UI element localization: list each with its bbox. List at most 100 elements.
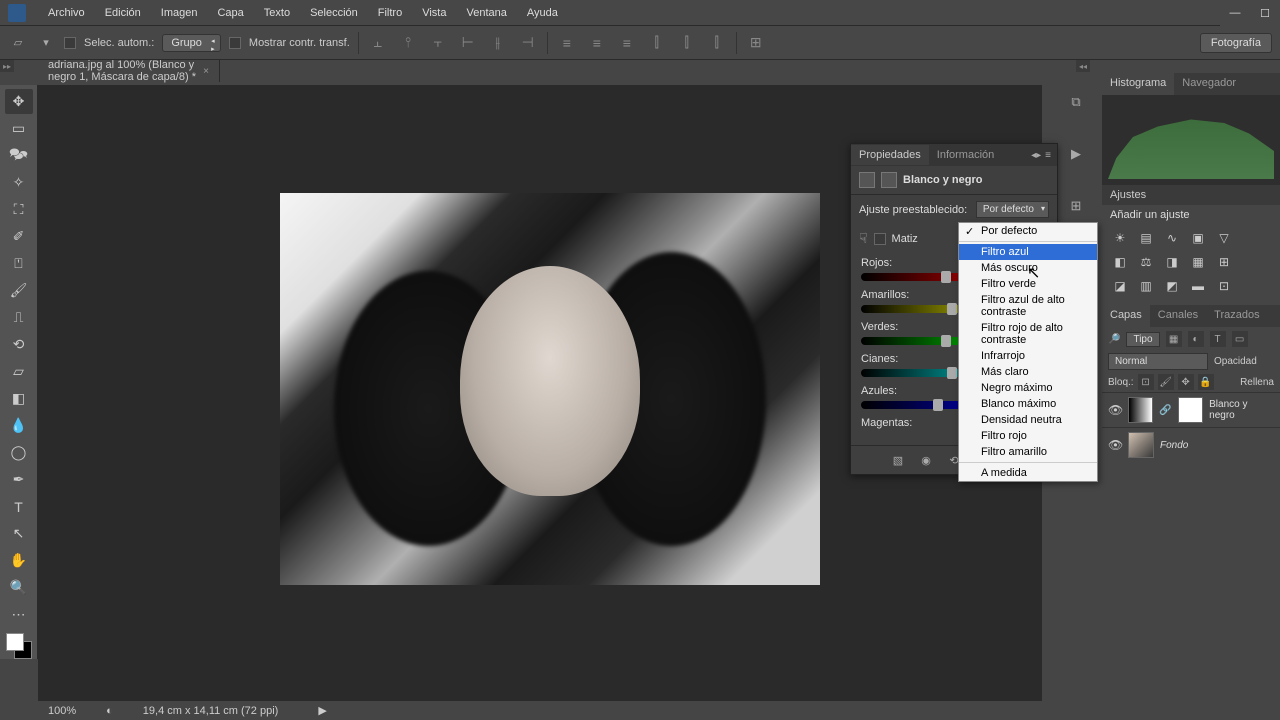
magic-wand-tool[interactable]: ✧ [5, 170, 33, 195]
clip-icon[interactable]: ▧ [889, 452, 907, 468]
actions-panel-icon[interactable]: ▶ [1065, 143, 1087, 165]
hue-sat-icon[interactable]: ◧ [1110, 253, 1130, 271]
dd-item-por-defecto[interactable]: Por defecto [959, 223, 1097, 239]
path-selection-tool[interactable]: ↖ [5, 521, 33, 546]
eraser-tool[interactable]: ▱ [5, 359, 33, 384]
invert-icon[interactable]: ◪ [1110, 277, 1130, 295]
properties-tab[interactable]: Propiedades [851, 145, 929, 165]
bw-icon[interactable]: ◨ [1162, 253, 1182, 271]
distribute-vcenter-icon[interactable]: ≡ [586, 32, 608, 54]
close-tab-icon[interactable]: × [203, 66, 209, 77]
align-top-icon[interactable]: ⫠ [367, 32, 389, 54]
kind-select[interactable]: Tipo [1126, 332, 1159, 347]
exposure-icon[interactable]: ▣ [1188, 229, 1208, 247]
distribute-bottom-icon[interactable]: ≡ [616, 32, 638, 54]
menu-capa[interactable]: Capa [207, 7, 253, 19]
hand-tool[interactable]: ✋ [5, 548, 33, 573]
align-right-icon[interactable]: ⊣ [517, 32, 539, 54]
dodge-tool[interactable]: ◯ [5, 440, 33, 465]
menu-texto[interactable]: Texto [254, 7, 300, 19]
visibility-icon[interactable]: 👁 [1108, 403, 1122, 417]
edit-toolbar-icon[interactable]: ⋯ [5, 602, 33, 627]
healing-brush-tool[interactable]: ⍞ [5, 251, 33, 276]
histogram-tab[interactable]: Histograma [1102, 73, 1174, 95]
channels-tab[interactable]: Canales [1150, 305, 1206, 327]
blur-tool[interactable]: 💧 [5, 413, 33, 438]
lasso-tool[interactable]: 🗫 [5, 143, 33, 168]
menu-seleccion[interactable]: Selección [300, 7, 368, 19]
dd-item-filtro-azul[interactable]: Filtro azul [959, 244, 1097, 260]
distribute-hcenter-icon[interactable]: ⫿ [676, 32, 698, 54]
selective-color-icon[interactable]: ⊡ [1214, 277, 1234, 295]
color-swatch[interactable] [6, 633, 32, 659]
collapse-left-icon[interactable]: ▸▸ [0, 60, 14, 72]
align-left-icon[interactable]: ⊢ [457, 32, 479, 54]
menu-filtro[interactable]: Filtro [368, 7, 412, 19]
workspace-chip[interactable]: Fotografía [1200, 33, 1272, 53]
blend-mode-select[interactable]: Normal [1108, 353, 1208, 370]
layers-tab[interactable]: Capas [1102, 305, 1150, 327]
auto-select-checkbox[interactable] [64, 37, 76, 49]
navigator-tab[interactable]: Navegador [1174, 73, 1244, 95]
dd-item-a-medida[interactable]: A medida [959, 465, 1097, 481]
history-brush-tool[interactable]: ⟲ [5, 332, 33, 357]
tint-checkbox[interactable] [874, 233, 886, 245]
crop-tool[interactable]: ⛶ [5, 197, 33, 222]
dd-item-densidad-neutra[interactable]: Densidad neutra [959, 412, 1097, 428]
lock-image-icon[interactable]: 🖌 [1158, 374, 1174, 390]
panel-menu-icon[interactable]: ≡ [1045, 150, 1051, 161]
foreground-color[interactable] [6, 633, 24, 651]
menu-archivo[interactable]: Archivo [38, 7, 95, 19]
show-transform-checkbox[interactable] [229, 37, 241, 49]
color-balance-icon[interactable]: ⚖ [1136, 253, 1156, 271]
info-tab[interactable]: Información [929, 145, 1002, 165]
brush-tool[interactable]: 🖌 [5, 278, 33, 303]
dd-item-filtro-azul-alto-contraste[interactable]: Filtro azul de alto contraste [959, 292, 1097, 320]
move-tool[interactable]: ✥ [5, 89, 33, 114]
maximize-button[interactable]: ☐ [1250, 0, 1280, 26]
levels-icon[interactable]: ▤ [1136, 229, 1156, 247]
channel-mixer-icon[interactable]: ⊞ [1214, 253, 1234, 271]
zoom-level[interactable]: 100% [48, 705, 76, 717]
document-info-icon[interactable]: ◐ [106, 705, 113, 717]
vibrance-icon[interactable]: ▽ [1214, 229, 1234, 247]
status-arrow-icon[interactable]: ▶ [318, 704, 326, 717]
chevron-down-icon[interactable]: ▾ [36, 33, 56, 53]
lock-transparent-icon[interactable]: ⊡ [1138, 374, 1154, 390]
visibility-icon[interactable]: 👁 [1108, 438, 1122, 452]
gradient-tool[interactable]: ◧ [5, 386, 33, 411]
type-tool[interactable]: T [5, 494, 33, 519]
menu-vista[interactable]: Vista [412, 7, 456, 19]
clone-stamp-tool[interactable]: ⎍ [5, 305, 33, 330]
filter-shape-icon[interactable]: ▭ [1232, 331, 1248, 347]
menu-ayuda[interactable]: Ayuda [517, 7, 568, 19]
eyedropper-tool[interactable]: ✐ [5, 224, 33, 249]
menu-edicion[interactable]: Edición [95, 7, 151, 19]
auto-select-dropdown[interactable]: Grupo [162, 34, 221, 52]
minimize-button[interactable]: — [1220, 0, 1250, 26]
pen-tool[interactable]: ✒ [5, 467, 33, 492]
layer-thumbnail[interactable] [1128, 432, 1154, 458]
brightness-contrast-icon[interactable]: ☀ [1110, 229, 1130, 247]
paths-tab[interactable]: Trazados [1206, 305, 1267, 327]
align-hcenter-icon[interactable]: ⫲ [487, 32, 509, 54]
targeted-adjust-icon[interactable]: ☟ [859, 230, 868, 247]
history-panel-icon[interactable]: ⧉ [1065, 91, 1087, 113]
gradient-map-icon[interactable]: ▬ [1188, 277, 1208, 295]
filter-type-icon[interactable]: T [1210, 331, 1226, 347]
previous-state-icon[interactable]: ◉ [917, 452, 935, 468]
collapse-right-icon[interactable]: ◂◂ [1076, 60, 1090, 72]
mask-icon[interactable] [881, 172, 897, 188]
dd-item-blanco-maximo[interactable]: Blanco máximo [959, 396, 1097, 412]
dd-item-filtro-amarillo[interactable]: Filtro amarillo [959, 444, 1097, 460]
align-vcenter-icon[interactable]: ⫯ [397, 32, 419, 54]
threshold-icon[interactable]: ◩ [1162, 277, 1182, 295]
menu-ventana[interactable]: Ventana [456, 7, 516, 19]
layer-mask-thumbnail[interactable] [1178, 397, 1203, 423]
dd-item-negro-maximo[interactable]: Negro máximo [959, 380, 1097, 396]
lock-position-icon[interactable]: ✥ [1178, 374, 1194, 390]
dd-item-mas-claro[interactable]: Más claro [959, 364, 1097, 380]
dd-item-filtro-rojo-alto-contraste[interactable]: Filtro rojo de alto contraste [959, 320, 1097, 348]
distribute-left-icon[interactable]: ⫿ [646, 32, 668, 54]
zoom-tool[interactable]: 🔍 [5, 575, 33, 600]
